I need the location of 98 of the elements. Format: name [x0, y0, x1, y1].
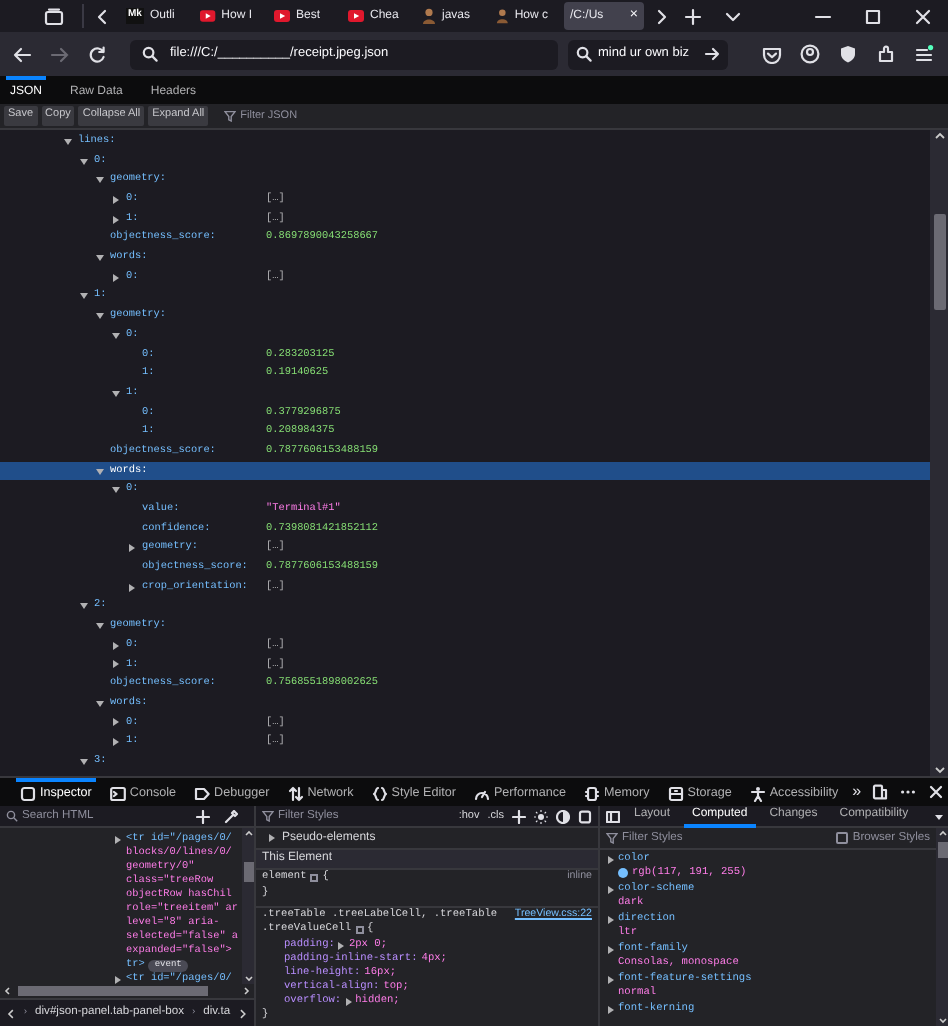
extension-icon[interactable] — [876, 44, 896, 64]
caret-right-icon[interactable] — [128, 544, 136, 553]
caret-down-icon[interactable] — [80, 292, 88, 301]
add-rule-icon[interactable] — [512, 809, 526, 823]
video-favicon-icon — [200, 10, 216, 22]
back-icon[interactable] — [12, 45, 32, 63]
caret-right-icon[interactable] — [608, 855, 614, 863]
print-media-icon[interactable] — [578, 809, 592, 823]
caret-right-icon[interactable] — [112, 273, 120, 282]
caret-right-icon[interactable] — [608, 975, 614, 983]
scroll-up-icon[interactable] — [933, 130, 945, 142]
scroll-down-icon[interactable] — [937, 1016, 947, 1026]
caret-right-icon[interactable] — [608, 915, 614, 923]
caret-right-icon — [268, 834, 276, 842]
filter-icon — [262, 810, 274, 822]
caret-down-icon[interactable] — [112, 486, 120, 495]
pocket-icon[interactable] — [762, 45, 782, 63]
reload-icon[interactable] — [88, 45, 106, 63]
caret-down-icon[interactable] — [96, 253, 104, 262]
scroll-thumb[interactable] — [243, 862, 253, 882]
filter-icon — [606, 832, 618, 844]
more-tools-icon[interactable]: » — [852, 784, 862, 800]
caret-down-icon[interactable] — [64, 137, 72, 146]
video-favicon-icon — [348, 10, 364, 22]
console-icon — [109, 786, 126, 802]
person-favicon-icon — [422, 8, 436, 24]
scroll-down-icon[interactable] — [933, 764, 945, 776]
tab-list-icon[interactable] — [724, 7, 742, 25]
sidebar-toggle-icon[interactable] — [606, 809, 620, 823]
scroll-left-icon[interactable] — [2, 986, 12, 996]
search-icon — [6, 810, 18, 822]
filter-icon — [224, 110, 237, 122]
scroll-up-icon[interactable] — [243, 828, 253, 838]
rule-toggle-icon[interactable] — [355, 926, 364, 934]
caret-right-icon[interactable] — [114, 835, 122, 843]
caret-right-icon[interactable] — [345, 997, 352, 1005]
caret-right-icon[interactable] — [112, 195, 120, 204]
storage-icon — [667, 786, 684, 802]
scrollbar[interactable] — [930, 130, 948, 776]
network-icon — [287, 786, 304, 802]
debugger-icon — [194, 786, 211, 802]
caret-down-icon[interactable] — [112, 389, 120, 398]
go-arrow-icon[interactable] — [704, 46, 720, 62]
scroll-left-icon[interactable] — [94, 7, 110, 25]
caret-down-icon[interactable] — [80, 602, 88, 611]
scroll-down-icon[interactable] — [243, 974, 253, 984]
gauge-icon — [473, 786, 490, 802]
caret-down-icon[interactable] — [96, 699, 104, 708]
caret-right-icon[interactable] — [112, 738, 120, 747]
maximize-icon[interactable] — [864, 7, 882, 25]
search-icon — [576, 46, 592, 62]
person-favicon-icon — [496, 8, 509, 24]
responsive-mode-icon[interactable] — [871, 784, 888, 800]
color-swatch[interactable] — [618, 868, 628, 878]
scroll-right-icon[interactable] — [654, 7, 670, 25]
close-icon[interactable] — [914, 7, 932, 25]
scroll-right-icon[interactable] — [242, 986, 252, 996]
caret-down-icon[interactable] — [80, 757, 88, 766]
dropdown-icon[interactable] — [934, 811, 944, 821]
inspector-icon — [20, 786, 36, 802]
close-icon[interactable] — [927, 784, 944, 800]
more-options-icon[interactable] — [899, 784, 916, 800]
scroll-thumb[interactable] — [937, 842, 947, 858]
horizontal-scroll-thumb[interactable] — [18, 986, 208, 996]
caret-right-icon[interactable] — [338, 941, 345, 949]
caret-down-icon[interactable] — [80, 157, 88, 166]
caret-right-icon[interactable] — [128, 583, 136, 592]
account-icon[interactable] — [800, 44, 820, 64]
caret-right-icon[interactable] — [112, 215, 120, 224]
new-tab-icon[interactable] — [684, 7, 702, 25]
caret-down-icon[interactable] — [96, 467, 104, 476]
caret-right-icon[interactable] — [608, 885, 614, 893]
caret-down-icon[interactable] — [96, 176, 104, 185]
caret-right-icon[interactable] — [112, 660, 120, 669]
add-node-icon[interactable] — [196, 809, 210, 823]
rule-toggle-icon[interactable] — [310, 874, 319, 882]
scrollbar[interactable] — [936, 828, 948, 1026]
caret-right-icon[interactable] — [608, 1005, 614, 1013]
scrollbar[interactable] — [242, 828, 254, 984]
braces-icon — [371, 786, 388, 802]
caret-down-icon[interactable] — [112, 331, 120, 340]
caret-right-icon[interactable] — [608, 945, 614, 953]
caret-down-icon[interactable] — [96, 312, 104, 321]
video-favicon-icon — [274, 10, 290, 22]
memory-chip-icon — [584, 786, 601, 802]
scroll-thumb[interactable] — [933, 214, 945, 310]
caret-down-icon[interactable] — [96, 622, 104, 631]
menu-icon[interactable] — [914, 44, 934, 64]
shield-icon[interactable] — [838, 44, 858, 64]
accessibility-icon — [749, 786, 766, 802]
eyedropper-icon[interactable] — [224, 809, 238, 823]
caret-right-icon[interactable] — [112, 718, 120, 727]
caret-right-icon[interactable] — [112, 641, 120, 650]
search-icon — [142, 46, 158, 62]
light-mode-icon[interactable] — [534, 809, 548, 823]
tab-overview-icon[interactable] — [44, 7, 64, 25]
contrast-icon[interactable] — [556, 809, 570, 823]
scroll-up-icon[interactable] — [937, 828, 947, 838]
